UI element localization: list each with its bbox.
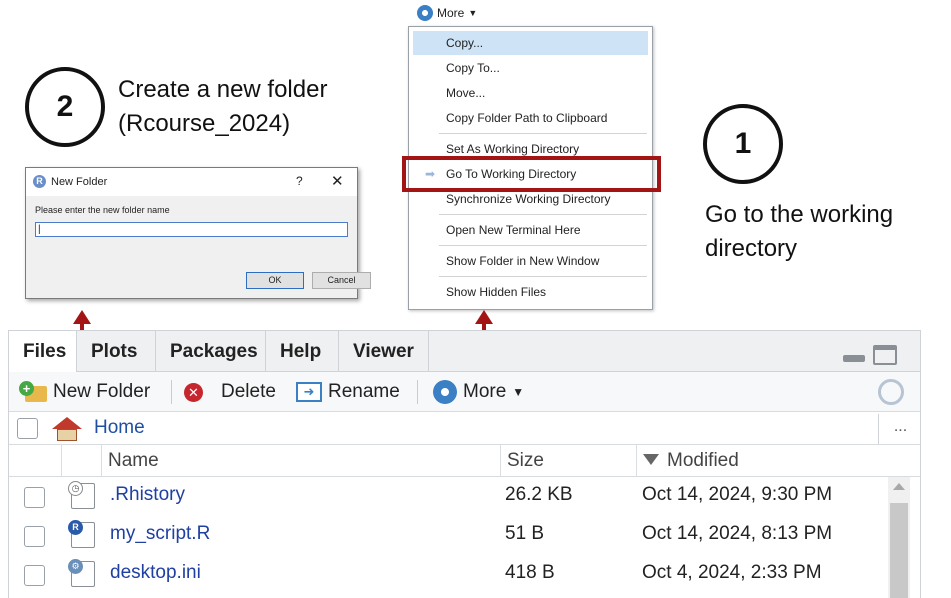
step-1-caption: Go to the working directory (705, 198, 893, 266)
dialog-prompt: Please enter the new folder name (35, 205, 170, 215)
more-button[interactable]: More ▼ (433, 378, 524, 406)
dialog-title-bar: R New Folder ? ✕ (26, 168, 357, 196)
delete-label: Delete (221, 381, 276, 402)
file-size: 418 B (505, 562, 555, 583)
breadcrumb-home[interactable]: Home (94, 417, 145, 439)
dialog-title: New Folder (51, 176, 108, 188)
column-modified[interactable]: Modified (636, 445, 886, 477)
step-1-caption-line1: Go to the working (705, 201, 894, 228)
folder-name-input[interactable]: | (35, 222, 348, 237)
column-modified-label: Modified (667, 450, 739, 471)
row-checkbox[interactable] (24, 526, 45, 547)
column-name[interactable]: Name (101, 445, 501, 477)
step-2-circle: 2 (25, 67, 105, 147)
table-row[interactable]: ◷ .Rhistory 26.2 KB Oct 14, 2024, 9:30 P… (9, 479, 886, 518)
delete-icon: ✕ (184, 382, 203, 402)
row-checkbox[interactable] (24, 487, 45, 508)
table-row[interactable]: ⚙ desktop.ini 418 B Oct 4, 2024, 2:33 PM (9, 557, 886, 596)
file-table-header: Name Size Modified (9, 445, 920, 477)
gear-icon (433, 380, 457, 404)
new-folder-button[interactable]: + New Folder (19, 378, 150, 406)
menu-item-open-terminal[interactable]: Open New Terminal Here (413, 218, 648, 242)
step-1-caption-line2: directory (705, 235, 798, 262)
step-2-caption: Create a new folder (Rcourse_2024) (118, 73, 327, 141)
rename-button[interactable]: ➜ Rename (296, 378, 400, 406)
column-size[interactable]: Size (500, 445, 636, 477)
history-file-icon: ◷ (68, 481, 95, 509)
tab-viewer[interactable]: Viewer (339, 331, 429, 372)
tab-packages[interactable]: Packages (156, 331, 266, 372)
rename-icon: ➜ (296, 382, 322, 402)
pane-tabs: Files Plots Packages Help Viewer (9, 331, 920, 372)
step-1-number: 1 (734, 127, 752, 160)
scroll-thumb[interactable] (890, 503, 908, 598)
file-modified: Oct 14, 2024, 8:13 PM (642, 523, 833, 544)
menu-divider (439, 276, 647, 277)
tab-plots[interactable]: Plots (77, 331, 156, 372)
maximize-icon[interactable] (873, 345, 897, 365)
menu-item-move[interactable]: Move... (413, 81, 648, 105)
file-name[interactable]: desktop.ini (110, 562, 201, 584)
icon-column-header (61, 445, 101, 477)
file-size: 26.2 KB (505, 484, 573, 505)
step-2-caption-line2: (Rcourse_2024) (118, 110, 291, 137)
menu-item-copy[interactable]: Copy... (413, 31, 648, 55)
highlight-box-go-to-working-directory (402, 156, 661, 192)
file-size: 51 B (505, 523, 545, 544)
file-list: ◷ .Rhistory 26.2 KB Oct 14, 2024, 9:30 P… (9, 477, 920, 598)
menu-divider (439, 245, 647, 246)
menu-item-show-hidden-files[interactable]: Show Hidden Files (413, 280, 648, 304)
menu-item-copy-to[interactable]: Copy To... (413, 56, 648, 80)
new-folder-icon: + (19, 381, 47, 403)
help-button[interactable]: ? (296, 174, 303, 188)
new-folder-label: New Folder (53, 381, 151, 402)
delete-button[interactable]: ✕ Delete (184, 378, 276, 406)
settings-file-icon: ⚙ (68, 559, 95, 587)
chevron-down-icon: ▼ (512, 385, 525, 399)
chevron-down-icon: ▼ (468, 8, 478, 18)
select-all-checkbox[interactable] (17, 418, 38, 439)
minimize-icon[interactable] (843, 355, 865, 362)
toolbar-divider (417, 380, 418, 404)
more-button-top[interactable]: More ▼ (405, 0, 655, 28)
file-name[interactable]: my_script.R (110, 523, 210, 545)
menu-item-copy-folder-path[interactable]: Copy Folder Path to Clipboard (413, 106, 648, 130)
breadcrumb-more-button[interactable]: ... (878, 414, 922, 444)
ok-button[interactable]: OK (246, 272, 304, 289)
files-toolbar: + New Folder ✕ Delete ➜ Rename More ▼ (9, 372, 920, 412)
file-modified: Oct 14, 2024, 9:30 PM (642, 484, 833, 505)
cancel-button[interactable]: Cancel (312, 272, 371, 289)
home-icon[interactable] (52, 417, 82, 441)
step-1-circle: 1 (703, 104, 783, 184)
breadcrumb: Home ... (9, 412, 920, 445)
more-label: More (463, 381, 507, 402)
menu-divider (439, 133, 647, 134)
files-pane: Files Plots Packages Help Viewer + New F… (8, 330, 921, 598)
sort-descending-icon (643, 454, 659, 465)
refresh-icon[interactable] (878, 379, 904, 405)
table-row[interactable]: R my_script.R 51 B Oct 14, 2024, 8:13 PM (9, 518, 886, 557)
step-2-number: 2 (56, 90, 74, 123)
tab-files[interactable]: Files (9, 331, 77, 372)
row-checkbox[interactable] (24, 565, 45, 586)
vertical-scrollbar[interactable] (888, 477, 910, 598)
menu-item-show-folder-new-window[interactable]: Show Folder in New Window (413, 249, 648, 273)
step-2-caption-line1: Create a new folder (118, 76, 328, 103)
new-folder-dialog: R New Folder ? ✕ Please enter the new fo… (25, 167, 371, 299)
scroll-up-icon[interactable] (893, 483, 905, 490)
file-name[interactable]: .Rhistory (110, 484, 185, 506)
toolbar-divider (171, 380, 172, 404)
r-script-icon: R (68, 520, 95, 548)
gear-icon (417, 5, 433, 21)
more-label-top: More (437, 6, 465, 20)
r-logo-icon: R (33, 175, 46, 188)
close-icon[interactable]: ✕ (331, 172, 344, 190)
tab-help[interactable]: Help (266, 331, 339, 372)
file-modified: Oct 4, 2024, 2:33 PM (642, 562, 822, 583)
rename-label: Rename (328, 381, 400, 402)
menu-divider (439, 214, 647, 215)
